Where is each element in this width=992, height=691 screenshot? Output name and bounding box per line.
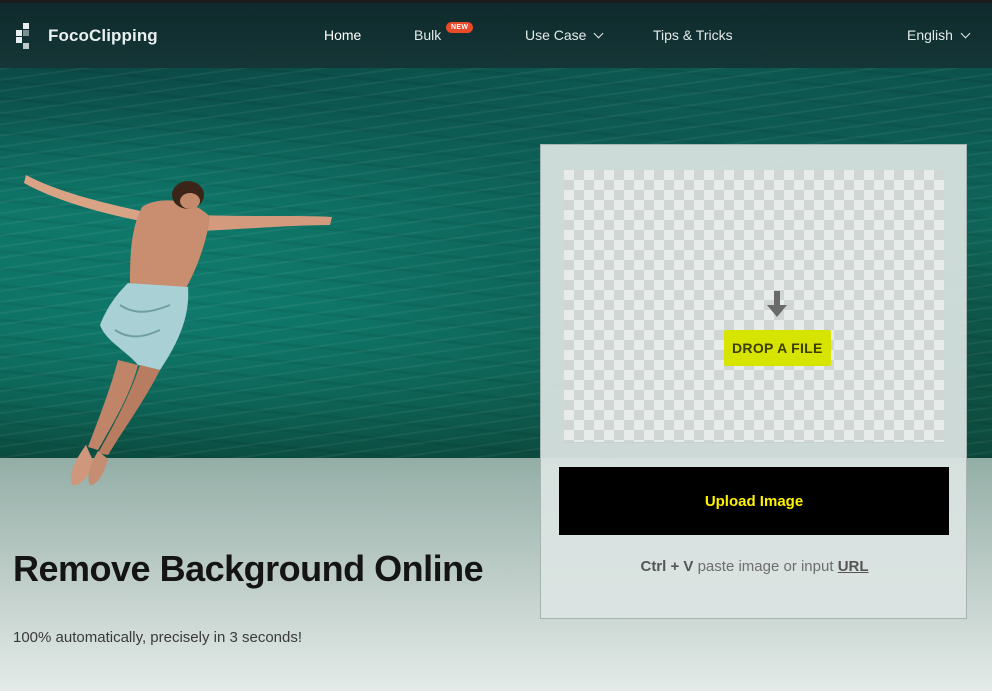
brand-logo[interactable]: FocoClipping xyxy=(16,23,158,49)
upload-panel: DROP A FILE Upload Image Ctrl + V paste … xyxy=(540,144,967,619)
drop-file-label: DROP A FILE xyxy=(724,330,831,366)
shortcut-label: Ctrl + V xyxy=(640,558,694,575)
url-link[interactable]: URL xyxy=(838,558,869,575)
drop-zone[interactable]: DROP A FILE xyxy=(564,170,944,443)
chevron-down-icon xyxy=(594,28,604,38)
brand-name: FocoClipping xyxy=(48,26,158,45)
nav-tips-tricks[interactable]: Tips & Tricks xyxy=(653,27,733,43)
top-nav: FocoClipping Home Bulk NEW Use Case Tips… xyxy=(0,0,992,68)
nav-use-case[interactable]: Use Case xyxy=(525,27,604,43)
page-title: Remove Background Online xyxy=(13,548,484,589)
nav-use-case-label: Use Case xyxy=(525,27,587,43)
language-selector[interactable]: English xyxy=(907,27,971,43)
page-subtitle: 100% automatically, precisely in 3 secon… xyxy=(13,629,303,646)
nav-home[interactable]: Home xyxy=(324,27,361,43)
paste-text: paste image or input xyxy=(693,558,838,575)
language-label: English xyxy=(907,27,953,43)
upload-image-button[interactable]: Upload Image xyxy=(559,467,949,535)
arrow-down-icon xyxy=(767,291,787,317)
nav-bulk-label: Bulk xyxy=(414,27,442,43)
chevron-down-icon xyxy=(960,28,971,38)
nav-bulk[interactable]: Bulk NEW xyxy=(414,22,474,43)
logo-mark-icon xyxy=(16,23,36,49)
paste-hint: Ctrl + V paste image or input URL xyxy=(541,558,968,575)
diver-image xyxy=(24,175,332,486)
new-badge: NEW xyxy=(446,22,474,33)
